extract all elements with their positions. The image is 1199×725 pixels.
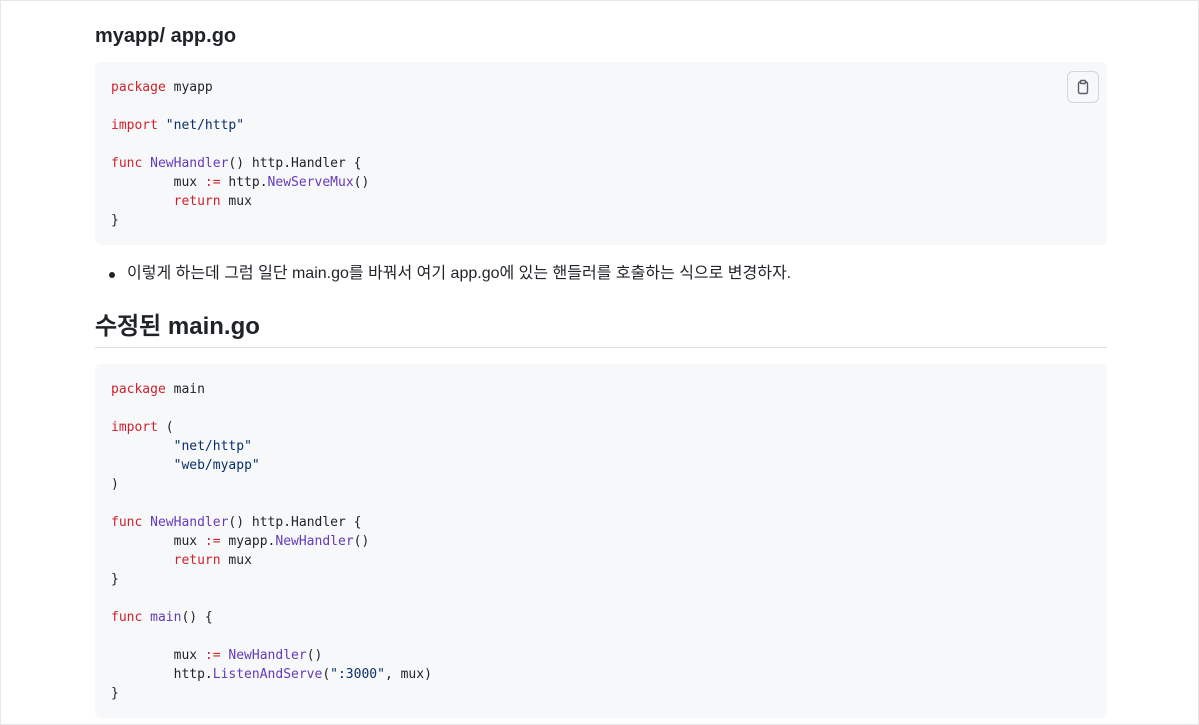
bullet-dot [109,272,115,278]
code-text: } [111,572,119,587]
code-string: "net/http" [165,118,245,133]
code-text: mux [220,194,252,209]
code-text: () { [181,610,213,625]
code-keyword: package [111,80,166,95]
code-keyword: package [111,382,166,397]
copy-button[interactable] [1067,71,1099,103]
section-heading-app-go: myapp/ app.go [95,25,237,47]
code-keyword: import [111,420,158,435]
code-text: () http.Handler { [228,515,362,530]
code-text: myapp. [220,534,276,549]
code-block-main-go[interactable]: package main import ( "net/http" "web/mya… [95,364,1107,718]
code-function: NewHandler [150,515,229,530]
code-line: } [111,211,1091,230]
code-line: mux := http.NewServeMux() [111,173,1091,192]
code-line: "web/myapp" [111,456,1091,475]
code-keyword: := [204,648,221,663]
code-line: func NewHandler() http.Handler { [111,513,1091,532]
code-text: () [353,534,370,549]
code-function: main [150,610,182,625]
code-line: package main [111,380,1091,399]
code-line: ) [111,475,1091,494]
code-text: () [353,175,370,190]
code-text: mux [111,534,205,549]
page-frame: myapp/ app.go package myapp import "net/h… [0,0,1199,725]
code-text: , mux) [384,667,432,682]
code-line: import "net/http" [111,116,1091,135]
code-string: ":3000" [330,667,385,682]
code-line: import ( [111,418,1091,437]
code-text: main [165,382,205,397]
code-content[interactable]: package myapp import "net/http" func NewHa… [95,62,1107,230]
code-line: package myapp [111,78,1091,97]
code-text: mux [111,175,205,190]
code-keyword: := [204,534,221,549]
code-line: func NewHandler() http.Handler { [111,154,1091,173]
code-function: NewServeMux [267,175,354,190]
code-text: http. [220,175,268,190]
code-keyword: import [111,118,158,133]
code-text: } [111,213,119,228]
code-line: return mux [111,192,1091,211]
code-function: NewHandler [275,534,354,549]
code-line: } [111,570,1091,589]
code-keyword: func [111,515,143,530]
code-text: mux [220,553,252,568]
code-keyword: return [173,553,221,568]
code-block-app-go[interactable]: package myapp import "net/http" func NewHa… [95,62,1107,245]
code-text: ( [322,667,331,682]
code-string: "net/http" [173,439,252,454]
code-keyword: return [173,194,221,209]
code-text: () http.Handler { [228,156,362,171]
code-line: mux := myapp.NewHandler() [111,532,1091,551]
section-heading-main-go: 수정된 main.go [95,311,1107,348]
clipboard-icon [1077,79,1089,95]
code-text: () [306,648,323,663]
code-text: mux [111,648,205,663]
code-string: "web/myapp" [173,458,260,473]
code-text: } [111,686,119,701]
code-keyword: func [111,610,143,625]
code-keyword: func [111,156,143,171]
bullet-list: 이렇게 하는데 그럼 일단 main.go를 바꿔서 여기 app.go에 있는… [95,261,1107,287]
code-function: ListenAndServe [212,667,323,682]
code-text: ) [111,477,119,492]
code-line: } [111,684,1091,703]
code-function: NewHandler [150,156,229,171]
code-function: NewHandler [228,648,307,663]
code-content[interactable]: package main import ( "net/http" "web/mya… [95,364,1107,703]
code-line: "net/http" [111,437,1091,456]
list-item-text: 이렇게 하는데 그럼 일단 main.go를 바꿔서 여기 app.go에 있는… [127,265,792,282]
code-text: myapp [165,80,213,95]
code-line: return mux [111,551,1091,570]
code-line: http.ListenAndServe(":3000", mux) [111,665,1091,684]
code-keyword: := [204,175,221,190]
code-text: ( [157,420,174,435]
code-text: http. [111,667,213,682]
code-line: func main() { [111,608,1091,627]
code-line: mux := NewHandler() [111,646,1091,665]
list-item: 이렇게 하는데 그럼 일단 main.go를 바꿔서 여기 app.go에 있는… [95,261,1107,287]
